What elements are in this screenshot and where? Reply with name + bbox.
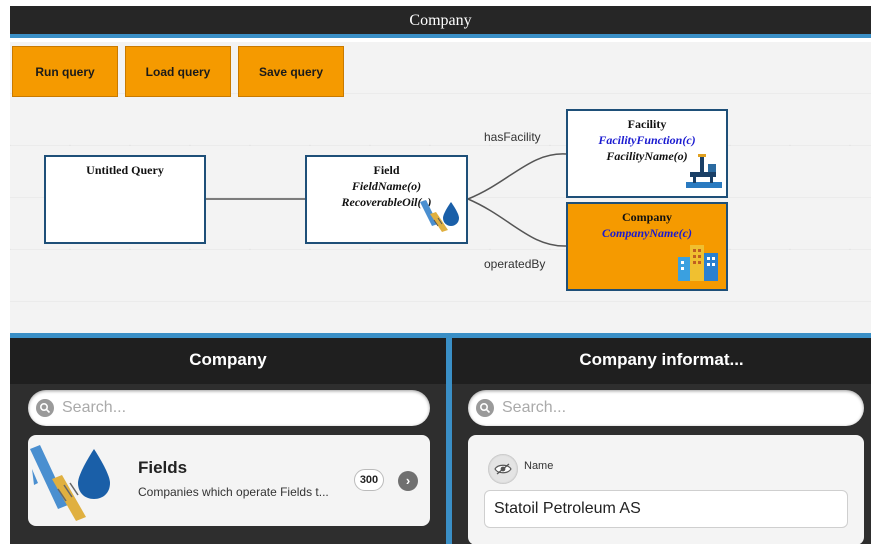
node-title: Field bbox=[373, 163, 400, 177]
node-title: Untitled Query bbox=[86, 163, 164, 177]
info-card: Name Statoil Petroleum AS bbox=[468, 435, 864, 544]
company-information-panel: Company informat... Name Statoil Petrole… bbox=[452, 338, 871, 544]
query-canvas[interactable]: Run query Load query Save query hasFacil… bbox=[10, 42, 871, 334]
list-item-description: Companies which operate Fields t... bbox=[138, 485, 329, 499]
search-bar[interactable] bbox=[28, 390, 430, 426]
search-input[interactable] bbox=[502, 399, 822, 417]
node-field[interactable]: Field FieldName(o) RecoverableOil(o) bbox=[305, 155, 468, 244]
node-property: FieldName(o) bbox=[351, 179, 422, 193]
node-facility[interactable]: Facility FacilityFunction(c) FacilityNam… bbox=[566, 109, 728, 198]
edge-has-facility bbox=[467, 153, 567, 200]
field-label: Name bbox=[524, 460, 554, 472]
window-title: Company bbox=[10, 6, 871, 38]
edge-label-operated-by: operatedBy bbox=[484, 257, 546, 271]
node-untitled-query[interactable]: Untitled Query bbox=[44, 155, 206, 244]
list-item-title: Fields bbox=[138, 458, 188, 477]
list-item-fields[interactable]: Fields Companies which operate Fields t.… bbox=[28, 435, 430, 526]
oil-field-icon bbox=[418, 196, 462, 239]
search-input[interactable] bbox=[62, 399, 382, 417]
node-title: Company bbox=[621, 210, 672, 224]
node-company[interactable]: Company CompanyName(c) bbox=[566, 202, 728, 291]
search-icon bbox=[36, 399, 54, 417]
oil-platform-icon bbox=[686, 152, 722, 193]
chevron-right-icon[interactable]: › bbox=[398, 471, 418, 491]
count-badge: 300 bbox=[354, 469, 384, 491]
search-icon bbox=[476, 399, 494, 417]
oil-field-icon bbox=[28, 439, 118, 530]
node-title: Facility bbox=[627, 117, 667, 131]
node-property: CompanyName(c) bbox=[602, 226, 692, 240]
edge-operated-by bbox=[467, 198, 567, 247]
panel-title: Company bbox=[10, 338, 446, 384]
search-bar[interactable] bbox=[468, 390, 864, 426]
name-field[interactable]: Statoil Petroleum AS bbox=[484, 490, 848, 528]
eye-hidden-icon[interactable] bbox=[488, 454, 518, 484]
company-panel: Company Fields Companies which operate F… bbox=[10, 338, 446, 544]
edge-label-has-facility: hasFacility bbox=[484, 130, 541, 144]
node-property: FacilityFunction(c) bbox=[598, 133, 696, 147]
panel-title: Company informat... bbox=[452, 338, 871, 384]
office-buildings-icon bbox=[678, 241, 722, 286]
